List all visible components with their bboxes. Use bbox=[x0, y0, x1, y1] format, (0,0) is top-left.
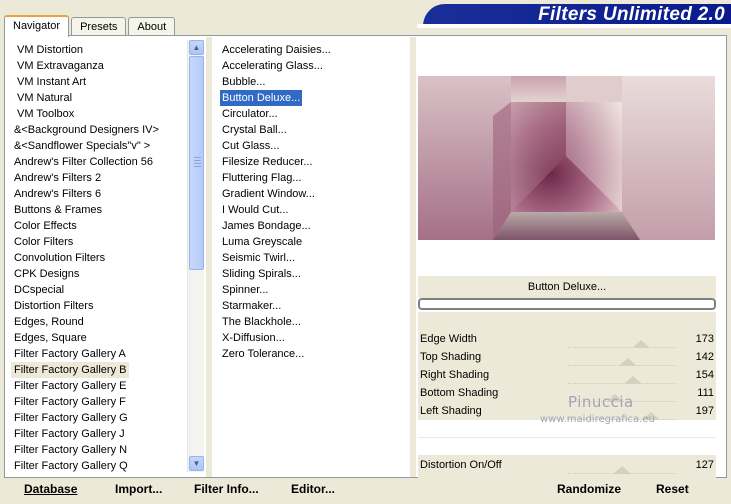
filter-item[interactable]: Gradient Window... bbox=[220, 186, 317, 202]
slider-row[interactable]: Right Shading 154 bbox=[418, 366, 716, 384]
category-item[interactable]: VM Natural bbox=[14, 90, 75, 106]
category-item[interactable]: Filter Factory Gallery A bbox=[11, 346, 129, 362]
filter-item[interactable]: Accelerating Glass... bbox=[220, 58, 325, 74]
category-item[interactable]: Filter Factory Gallery E bbox=[11, 378, 129, 394]
slider-thumb[interactable] bbox=[632, 340, 651, 348]
filter-item[interactable]: Seismic Twirl... bbox=[220, 250, 297, 266]
category-item[interactable]: VM Toolbox bbox=[14, 106, 77, 122]
slider-row[interactable]: Distortion On/Off 127 bbox=[418, 456, 716, 474]
slider-label: Right Shading bbox=[420, 369, 490, 381]
slider-label: Distortion On/Off bbox=[420, 459, 502, 471]
scroll-down-button[interactable]: ▼ bbox=[189, 456, 204, 471]
filter-item[interactable]: Spinner... bbox=[220, 282, 270, 298]
filter-item[interactable]: Crystal Ball... bbox=[220, 122, 289, 138]
filter-item[interactable]: Button Deluxe... bbox=[220, 90, 303, 106]
database-button[interactable]: Database bbox=[24, 479, 77, 499]
category-item[interactable]: Filter Factory Gallery F bbox=[11, 394, 129, 410]
filter-item[interactable]: Filesize Reducer... bbox=[220, 154, 314, 170]
slider-value: 154 bbox=[695, 369, 714, 381]
category-item[interactable]: Buttons & Frames bbox=[11, 202, 105, 218]
scroll-thumb[interactable] bbox=[189, 56, 204, 270]
filter-info-button[interactable]: Filter Info... bbox=[194, 479, 259, 499]
filter-item[interactable]: Fluttering Flag... bbox=[220, 170, 303, 186]
filter-item[interactable]: I Would Cut... bbox=[220, 202, 290, 218]
brand-banner: Filters Unlimited 2.0 bbox=[417, 4, 731, 28]
category-item[interactable]: Andrew's Filters 6 bbox=[11, 186, 104, 202]
filter-item[interactable]: Starmaker... bbox=[220, 298, 283, 314]
slider-row[interactable]: Edge Width 173 bbox=[418, 330, 716, 348]
slider-row[interactable]: Bottom Shading 111 bbox=[418, 384, 716, 402]
filter-item[interactable]: Sliding Spirals... bbox=[220, 266, 303, 282]
category-scrollbar[interactable]: ▲ ▼ bbox=[187, 40, 204, 472]
tab-navigator[interactable]: Navigator bbox=[4, 15, 70, 37]
slider-label: Left Shading bbox=[420, 405, 482, 417]
slider-row[interactable]: Top Shading 142 bbox=[418, 348, 716, 366]
slider-value: 142 bbox=[695, 351, 714, 363]
empty-slider-slot bbox=[418, 438, 716, 455]
category-item[interactable]: Color Filters bbox=[11, 234, 76, 250]
category-item[interactable]: Convolution Filters bbox=[11, 250, 108, 266]
category-item[interactable]: Filter Factory Gallery J bbox=[11, 426, 128, 442]
filter-item[interactable]: Luma Greyscale bbox=[220, 234, 304, 250]
watermark-name: Pinuccia bbox=[568, 393, 634, 411]
divider bbox=[206, 37, 212, 477]
tab-bar: Navigator Presets About bbox=[4, 14, 177, 37]
filter-item[interactable]: Cut Glass... bbox=[220, 138, 281, 154]
category-item[interactable]: Filter Factory Gallery Q bbox=[11, 458, 131, 473]
category-item[interactable]: Filter Factory Gallery B bbox=[11, 362, 130, 378]
tab-presets[interactable]: Presets bbox=[71, 17, 127, 36]
category-item[interactable]: Distortion Filters bbox=[11, 298, 96, 314]
editor-button[interactable]: Editor... bbox=[291, 479, 335, 499]
slider-value: 197 bbox=[695, 405, 714, 417]
slider-label: Edge Width bbox=[420, 333, 477, 345]
filter-item[interactable]: Accelerating Daisies... bbox=[220, 42, 333, 58]
import-button[interactable]: Import... bbox=[115, 479, 162, 499]
filter-item[interactable]: X-Diffusion... bbox=[220, 330, 287, 346]
button-row: Database Import... Filter Info... Editor… bbox=[0, 479, 731, 499]
slider-label: Top Shading bbox=[420, 351, 482, 363]
divider bbox=[410, 37, 416, 477]
category-item[interactable]: Edges, Square bbox=[11, 330, 90, 346]
category-item[interactable]: CPK Designs bbox=[11, 266, 82, 282]
slider-thumb[interactable] bbox=[619, 358, 638, 366]
slider-thumb[interactable] bbox=[624, 376, 643, 384]
category-item[interactable]: VM Extravaganza bbox=[14, 58, 107, 74]
category-item[interactable]: Andrew's Filter Collection 56 bbox=[11, 154, 156, 170]
brand-title: Filters Unlimited 2.0 bbox=[538, 4, 725, 25]
randomize-button[interactable]: Randomize bbox=[557, 479, 621, 499]
reset-button[interactable]: Reset bbox=[656, 479, 689, 499]
slider-thumb[interactable] bbox=[612, 466, 631, 474]
scroll-up-button[interactable]: ▲ bbox=[189, 40, 204, 55]
filter-item[interactable]: The Blackhole... bbox=[220, 314, 303, 330]
category-item[interactable]: VM Instant Art bbox=[14, 74, 89, 90]
category-item[interactable]: DCspecial bbox=[11, 282, 67, 298]
category-item[interactable]: Color Effects bbox=[11, 218, 80, 234]
slider-value: 173 bbox=[695, 333, 714, 345]
category-item[interactable]: VM Distortion bbox=[14, 42, 86, 58]
filter-item[interactable]: James Bondage... bbox=[220, 218, 313, 234]
filter-item[interactable]: Circulator... bbox=[220, 106, 280, 122]
category-item[interactable]: &<Background Designers IV> bbox=[11, 122, 162, 138]
filter-item[interactable]: Zero Tolerance... bbox=[220, 346, 306, 362]
preview-image bbox=[418, 76, 715, 240]
filter-list[interactable]: Accelerating Daisies... Accelerating Glas… bbox=[214, 39, 410, 473]
filter-name-label: Button Deluxe... bbox=[418, 276, 716, 298]
filter-item[interactable]: Bubble... bbox=[220, 74, 267, 90]
slider-value: 111 bbox=[697, 387, 714, 399]
category-list[interactable]: VM Distortion VM Extravaganza VM Instant A… bbox=[6, 39, 206, 473]
category-item[interactable]: Filter Factory Gallery N bbox=[11, 442, 130, 458]
category-item[interactable]: Andrew's Filters 2 bbox=[11, 170, 104, 186]
slider-panel: Edge Width 173 Top Shading 142 Right Shading… bbox=[418, 312, 716, 478]
slider-label: Bottom Shading bbox=[420, 387, 499, 399]
tab-about[interactable]: About bbox=[128, 17, 176, 36]
watermark-site: www.maidiregrafica.eu bbox=[540, 414, 655, 425]
category-item[interactable]: &<Sandflower Specials"v" > bbox=[11, 138, 153, 154]
category-item[interactable]: Edges, Round bbox=[11, 314, 87, 330]
progress-bar bbox=[418, 298, 716, 310]
category-item[interactable]: Filter Factory Gallery G bbox=[11, 410, 131, 426]
slider-value: 127 bbox=[695, 459, 714, 471]
